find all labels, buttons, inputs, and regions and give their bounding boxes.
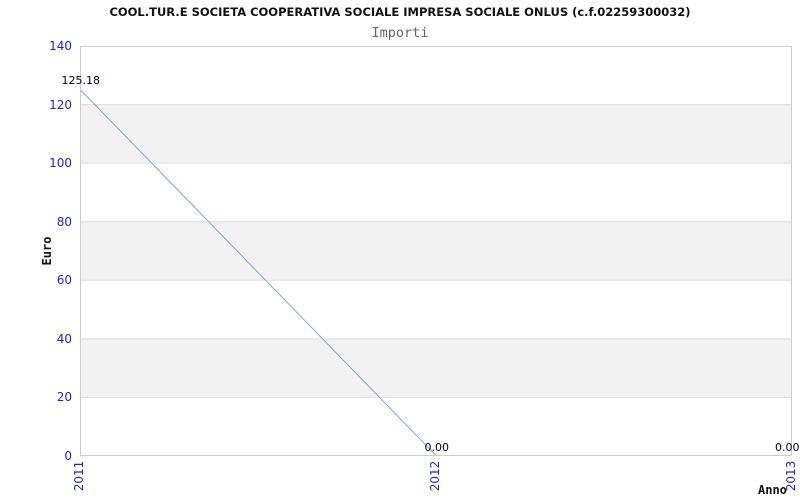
y-tick-label: 80	[56, 214, 72, 229]
x-tick-label: 2013	[784, 460, 798, 492]
y-tick-label: 120	[49, 97, 72, 112]
point-value-label: 0.00	[424, 441, 450, 454]
y-tick-label: 40	[56, 331, 72, 346]
y-axis-title: Euro	[40, 236, 54, 266]
plot-band	[80, 104, 792, 164]
x-tick-label: 2012	[428, 460, 442, 492]
plot-area	[79, 46, 792, 456]
y-tick-label: 60	[56, 273, 72, 288]
point-value-label: 0.00	[775, 441, 800, 454]
y-tick-label: 100	[49, 156, 72, 171]
chart-title: COOL.TUR.E SOCIETA COOPERATIVA SOCIALE I…	[109, 5, 691, 19]
point-value-label: 125.18	[61, 74, 101, 88]
y-tick-label: 140	[49, 39, 72, 53]
chart-canvas: COOL.TUR.E SOCIETA COOPERATIVA SOCIALE I…	[0, 0, 800, 500]
y-tick-label: 0	[64, 449, 72, 463]
plot-band	[80, 221, 792, 281]
x-axis-title: Anno	[758, 483, 787, 497]
plot-band	[80, 338, 792, 398]
chart-subtitle: Importi	[371, 25, 429, 41]
y-tick-label: 20	[56, 390, 72, 405]
x-tick-label: 2011	[72, 460, 86, 492]
